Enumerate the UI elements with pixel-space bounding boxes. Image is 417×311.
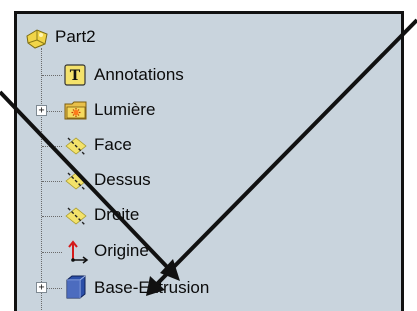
pointer-arrow-icon xyxy=(0,90,180,281)
pointer-arrow-icon xyxy=(146,18,417,296)
annotation-arrows xyxy=(0,18,417,296)
